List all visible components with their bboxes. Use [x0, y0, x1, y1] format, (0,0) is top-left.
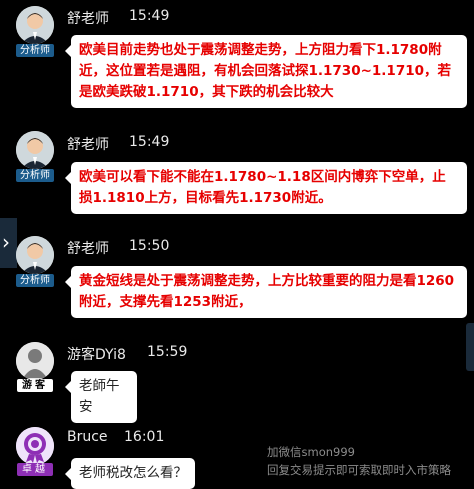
message-time: 15:49 — [129, 134, 170, 150]
analyst-tag: 分析师 — [16, 169, 54, 182]
teacher-avatar[interactable] — [16, 6, 54, 44]
sender-name: 舒老师 — [67, 137, 109, 153]
guest-avatar[interactable] — [16, 342, 54, 380]
vip-tag: 卓越 — [17, 463, 53, 476]
sender-name: 游客DYi8 — [67, 347, 126, 363]
teacher-avatar[interactable] — [16, 236, 54, 274]
message-time: 16:01 — [124, 429, 165, 445]
chevron-right-icon: › — [2, 230, 10, 254]
sender-name: Bruce — [67, 429, 108, 445]
message-time: 15:49 — [129, 8, 170, 24]
message-bubble: 老師午安 — [65, 371, 137, 423]
message-bubble: 老师税改怎么看？ — [65, 458, 195, 489]
message-time: 15:59 — [147, 344, 188, 360]
expand-sidebar-button[interactable]: › — [0, 218, 17, 268]
analyst-tag: 分析师 — [16, 274, 54, 287]
sender-name: 舒老师 — [67, 11, 109, 27]
message-bubble: 欧美目前走势也处于震荡调整走势，上方阻力看下1.1780附近，这位置若是遇阻，有… — [65, 35, 467, 108]
sender-name: 舒老师 — [67, 241, 109, 257]
watermark-line: 回复交易提示即可索取即时入市策略 — [267, 463, 451, 477]
analyst-tag: 分析师 — [16, 44, 54, 57]
vip-avatar[interactable] — [16, 427, 54, 465]
teacher-avatar[interactable] — [16, 131, 54, 169]
message-bubble: 欧美可以看下能不能在1.1780~1.18区间内博弈下空单，止损1.1810上方… — [65, 162, 467, 214]
watermark-line: 加微信smon999 — [267, 445, 355, 459]
watermark: 加微信smon999 回复交易提示即可索取即时入市策略 — [267, 443, 451, 479]
message-time: 15:50 — [129, 238, 170, 254]
guest-tag: 游客 — [17, 379, 53, 392]
message-bubble: 黄金短线是处于震荡调整走势，上方比较重要的阻力是看1260附近，支撑先看1253… — [65, 266, 467, 318]
scrollbar-handle[interactable] — [466, 323, 474, 371]
